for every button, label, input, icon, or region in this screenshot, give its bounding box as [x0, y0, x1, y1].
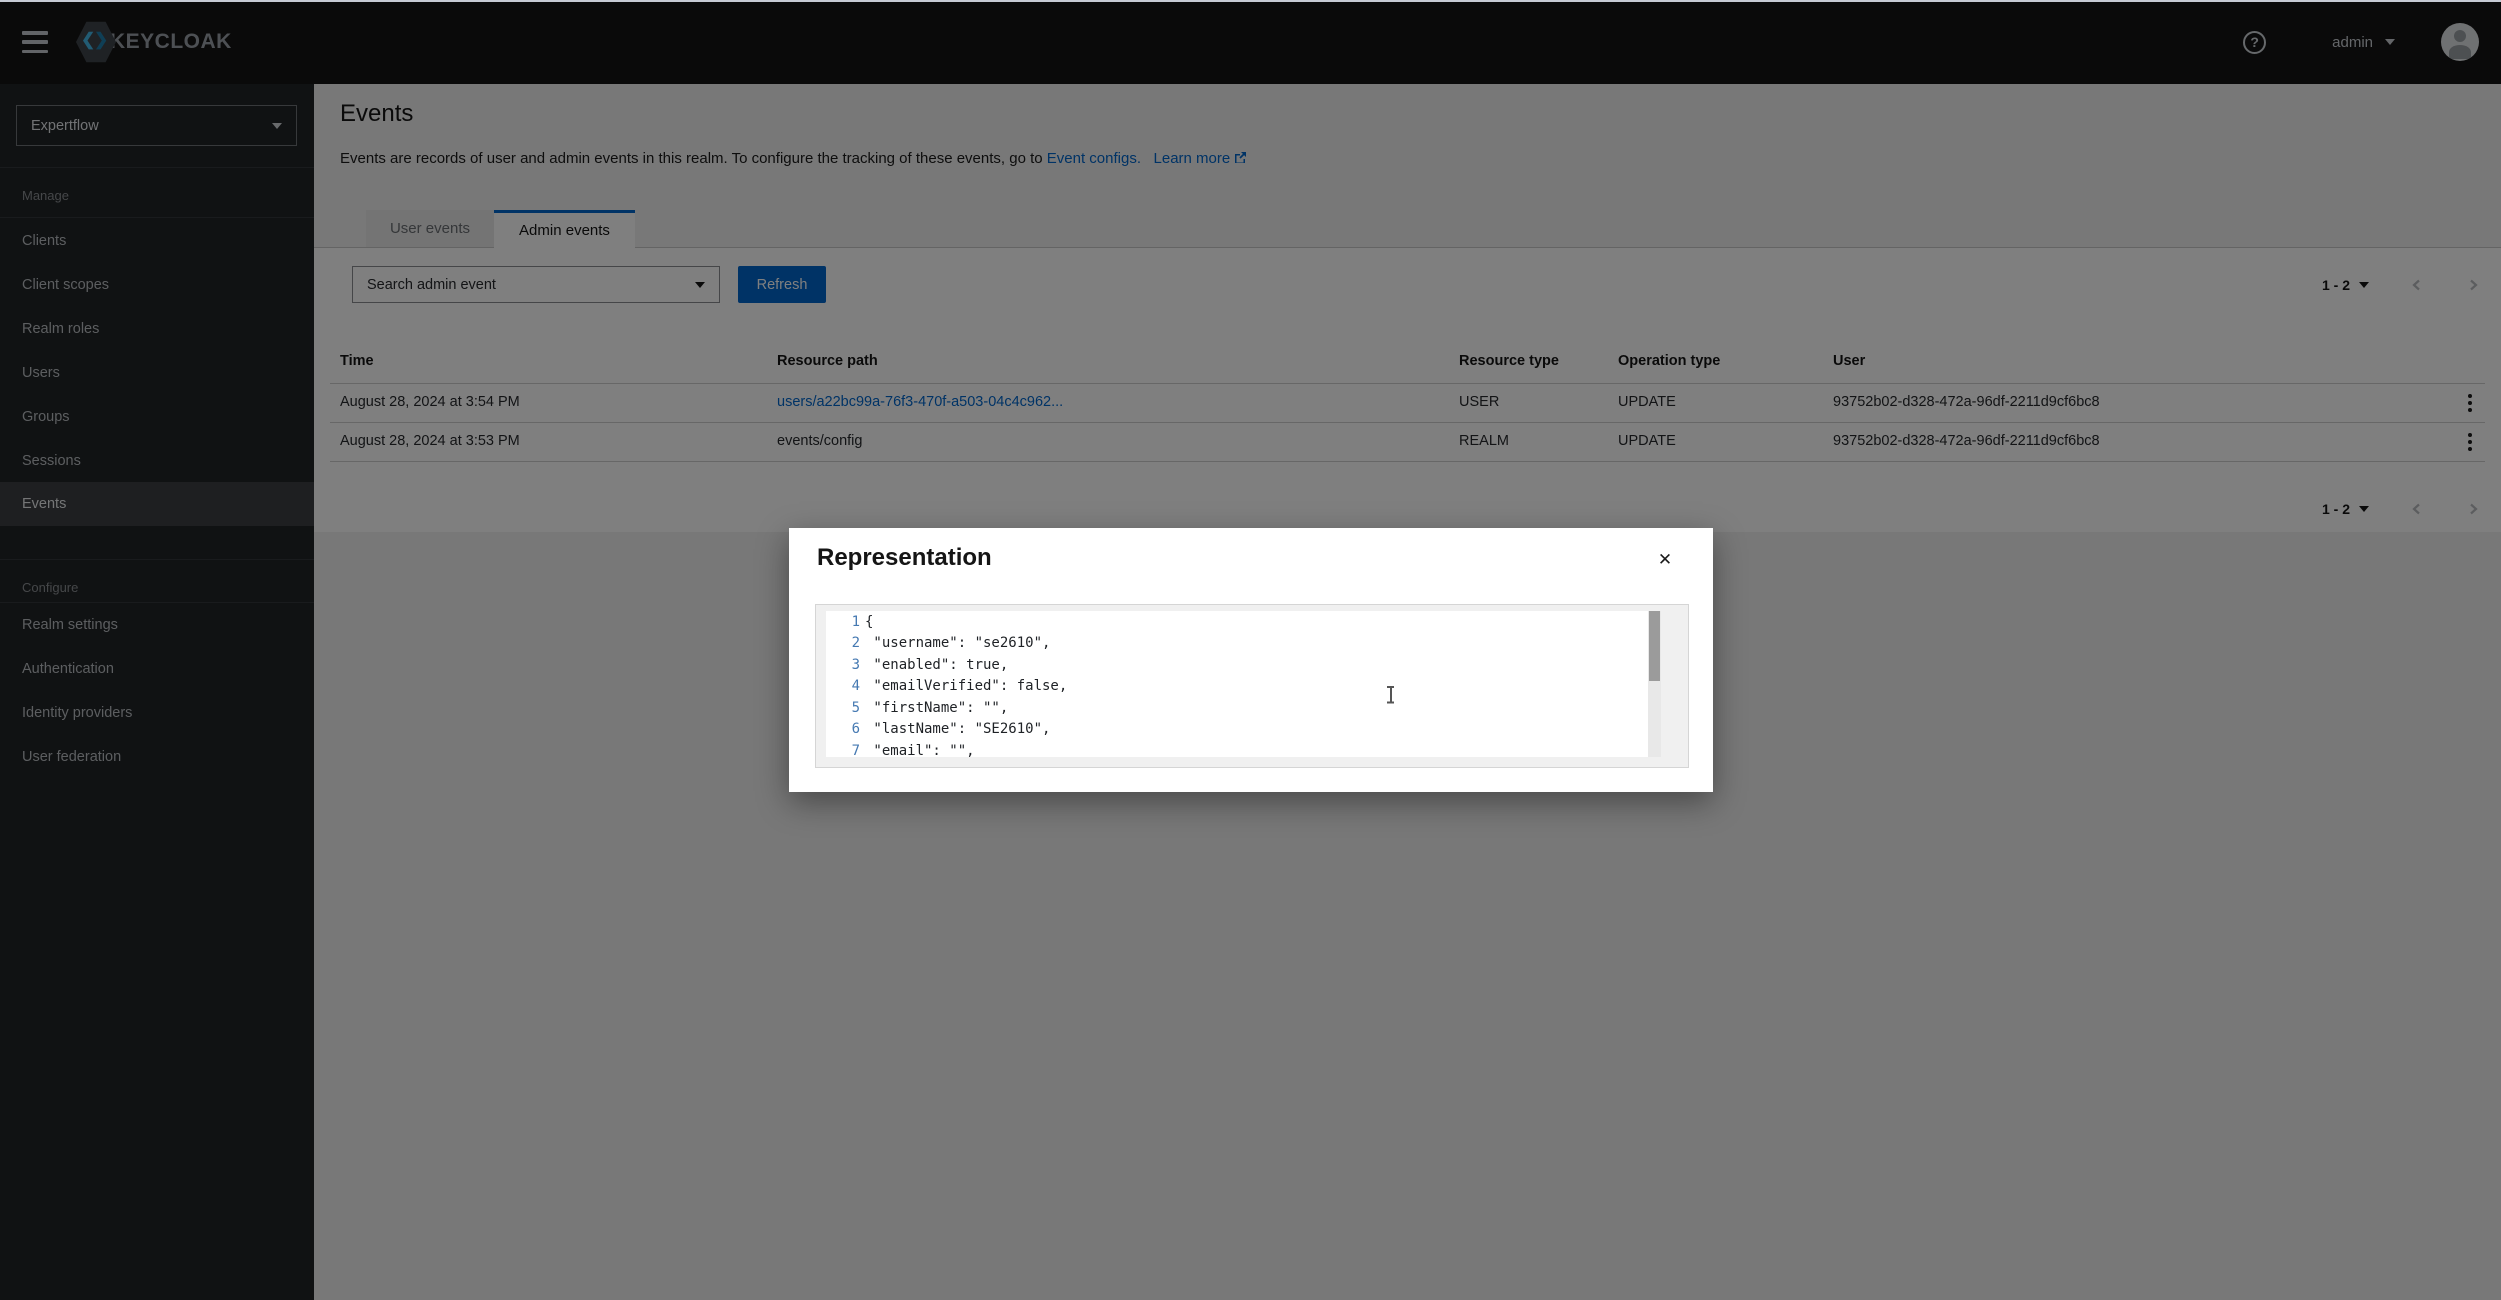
code-line: "enabled": true, — [865, 657, 1008, 673]
text-cursor-ibeam-icon — [1386, 686, 1395, 703]
representation-modal: Representation ✕ 1 { 2 "username": "se261… — [789, 528, 1713, 792]
line-number: 5 — [826, 700, 860, 716]
editor-scrollbar-thumb[interactable] — [1649, 611, 1660, 681]
line-number: 4 — [826, 678, 860, 694]
code-editor: 1 { 2 "username": "se2610", 3 "enabled": … — [815, 604, 1689, 768]
line-number: 2 — [826, 635, 860, 651]
code-line: { — [865, 614, 873, 630]
code-line: "username": "se2610", — [865, 635, 1050, 651]
line-number: 7 — [826, 743, 860, 757]
line-number: 6 — [826, 721, 860, 737]
line-number: 3 — [826, 657, 860, 673]
modal-title: Representation — [817, 544, 992, 572]
code-line: "lastName": "SE2610", — [865, 721, 1050, 737]
code-line: "emailVerified": false, — [865, 678, 1067, 694]
close-icon[interactable]: ✕ — [1653, 548, 1677, 572]
top-edge-strip — [0, 0, 2501, 2]
line-number: 1 — [826, 614, 860, 630]
code-line: "email": "", — [865, 743, 975, 757]
editor-scrollbar[interactable] — [1648, 611, 1661, 757]
keycloak-admin-console: ❮ ❯ KEYCLOAK ? admin Expertflow Manage C… — [0, 0, 2501, 1300]
code-editor-content[interactable]: 1 { 2 "username": "se2610", 3 "enabled": … — [826, 611, 1648, 757]
code-line: "firstName": "", — [865, 700, 1008, 716]
